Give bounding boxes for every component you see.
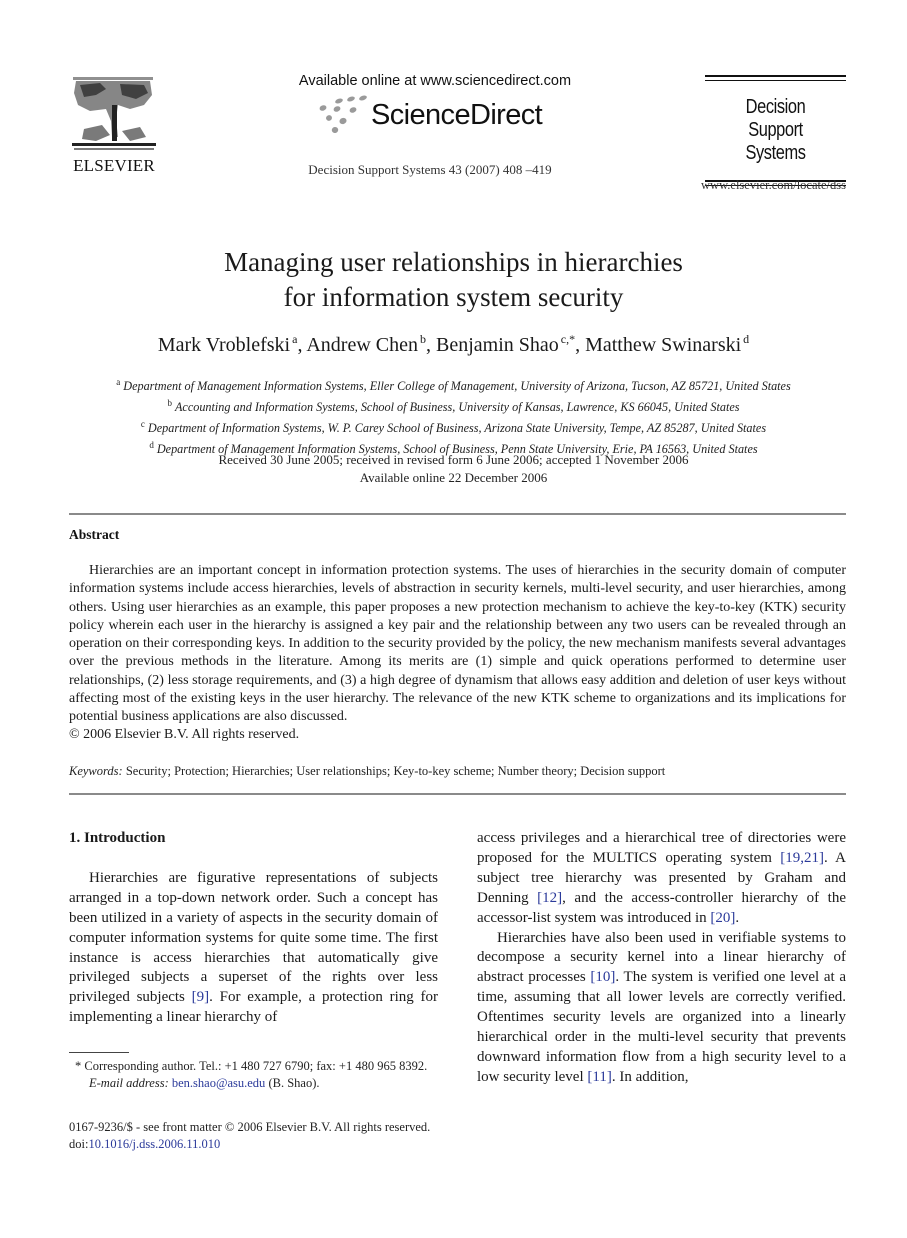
- journal-url[interactable]: www.elsevier.com/locate/dss: [693, 178, 846, 193]
- affiliation-text: Department of Information Systems, W. P.…: [147, 421, 767, 435]
- sciencedirect-dot: [335, 98, 343, 104]
- paper-title: Managing user relationships in hierarchi…: [100, 245, 807, 315]
- front-matter: 0167-9236/$ - see front matter © 2006 El…: [69, 1119, 489, 1153]
- author-name: Mark Vroblefski: [157, 334, 291, 356]
- citation-link[interactable]: [12]: [537, 890, 562, 906]
- affiliation: b Accounting and Information Systems, Sch…: [60, 395, 847, 416]
- author-list: Mark Vroblefski a, Andrew Chen b, Benjamin…: [60, 332, 847, 357]
- left-column: 1. Introduction Hierarchies are figurati…: [69, 829, 438, 1028]
- available-online-date: Available online 22 December 2006: [359, 469, 548, 485]
- platform-name: ScienceDirect: [371, 99, 543, 131]
- sciencedirect-dot: [326, 115, 332, 121]
- email-label: E-mail address:: [89, 1076, 169, 1090]
- sciencedirect-dot: [339, 117, 347, 125]
- citation-link[interactable]: [20]: [710, 910, 735, 926]
- elsevier-tree-icon: [72, 77, 156, 150]
- affiliation-mark: b: [167, 398, 172, 408]
- sciencedirect-dot: [333, 106, 341, 112]
- copyright-notice: © 2006 Elsevier B.V. All rights reserved…: [69, 727, 300, 742]
- citation-link[interactable]: [19,21]: [780, 850, 824, 866]
- abstract-heading: Abstract: [69, 527, 120, 542]
- footnote: * Corresponding author. Tel.: +1 480 727…: [69, 1058, 438, 1092]
- footnote-rule: [69, 1052, 129, 1053]
- sciencedirect-dot: [349, 107, 357, 113]
- sciencedirect-dots-icon: [319, 95, 367, 134]
- corresponding-author-note: * Corresponding author. Tel.: +1 480 727…: [75, 1059, 428, 1073]
- citation-link[interactable]: [10]: [590, 969, 615, 985]
- paragraph: Hierarchies are figurative representatio…: [69, 869, 438, 1026]
- sciencedirect-dot: [359, 95, 367, 101]
- title-line: for information system security: [283, 282, 624, 312]
- citation-link[interactable]: [11]: [587, 1069, 611, 1085]
- author-affiliation-mark[interactable]: c,*: [561, 332, 575, 346]
- divider: [69, 793, 846, 795]
- affiliation-mark: c: [140, 419, 145, 429]
- journal-citation: Decision Support Systems 43 (2007) 408 –…: [308, 162, 552, 177]
- author-separator: ,: [575, 334, 586, 356]
- issn-line: 0167-9236/$ - see front matter © 2006 El…: [69, 1120, 431, 1134]
- doi-prefix: doi:: [69, 1137, 89, 1151]
- author-affiliation-mark[interactable]: d: [743, 332, 749, 346]
- sciencedirect-logo: ScienceDirect: [313, 95, 553, 137]
- affiliation-mark: a: [116, 377, 121, 387]
- author-separator: ,: [425, 334, 436, 356]
- journal-title: Decision Support Systems: [718, 96, 834, 165]
- keywords-list: Security; Protection; Hierarchies; User …: [125, 764, 666, 778]
- email-suffix: (B. Shao).: [265, 1076, 320, 1090]
- author-separator: ,: [297, 334, 307, 356]
- doi-line: doi:10.1016/j.dss.2006.11.010: [69, 1136, 489, 1153]
- doi-link[interactable]: 10.1016/j.dss.2006.11.010: [88, 1137, 220, 1151]
- divider: [69, 513, 846, 515]
- available-online-text: Available online at www.sciencedirect.co…: [298, 73, 572, 89]
- keywords-label: Keywords:: [69, 764, 123, 778]
- affiliation-text: Department of Management Information Sys…: [123, 379, 791, 393]
- section-heading: 1. Introduction: [69, 830, 166, 846]
- journal-title-line: Decision Support: [745, 96, 806, 141]
- masthead-rule: [705, 75, 846, 77]
- publisher-name: ELSEVIER: [73, 156, 155, 175]
- affiliation-text: Accounting and Information Systems, Scho…: [174, 400, 740, 414]
- author-name: Matthew Swinarski: [585, 334, 742, 356]
- journal-title-line: Systems: [745, 142, 806, 164]
- affiliation-mark: d: [149, 440, 154, 450]
- masthead-rule: [705, 80, 846, 81]
- title-line: Managing user relationships in hierarchi…: [224, 247, 683, 277]
- affiliation: c Department of Information Systems, W. P…: [60, 416, 847, 437]
- right-column: access privileges and a hierarchical tre…: [477, 829, 846, 1088]
- affiliation: a Department of Management Information Sy…: [60, 374, 847, 395]
- journal-masthead: Decision Support Systems: [705, 75, 846, 189]
- citation-link[interactable]: [9]: [192, 989, 210, 1005]
- author-name: Benjamin Shao: [435, 334, 559, 356]
- paragraph: Hierarchies have also been used in verif…: [477, 929, 847, 1085]
- sciencedirect-dot: [319, 105, 327, 111]
- author-name: Andrew Chen: [306, 334, 418, 356]
- sciencedirect-dot: [331, 126, 339, 134]
- keywords: Keywords: Security; Protection; Hierarch…: [69, 764, 846, 779]
- sciencedirect-dot: [347, 96, 355, 102]
- abstract-body: Hierarchies are an important concept in …: [69, 563, 846, 725]
- email-line: E-mail address: ben.shao@asu.edu (B. Sha…: [69, 1075, 438, 1092]
- paragraph: access privileges and a hierarchical tre…: [477, 830, 846, 926]
- affiliation-list: a Department of Management Information Sy…: [60, 374, 847, 458]
- received-dates: Received 30 June 2005; received in revis…: [218, 452, 689, 467]
- elsevier-logo: ELSEVIER: [68, 75, 160, 175]
- article-history: Received 30 June 2005; received in revis…: [100, 451, 807, 486]
- email-link[interactable]: ben.shao@asu.edu: [172, 1076, 265, 1090]
